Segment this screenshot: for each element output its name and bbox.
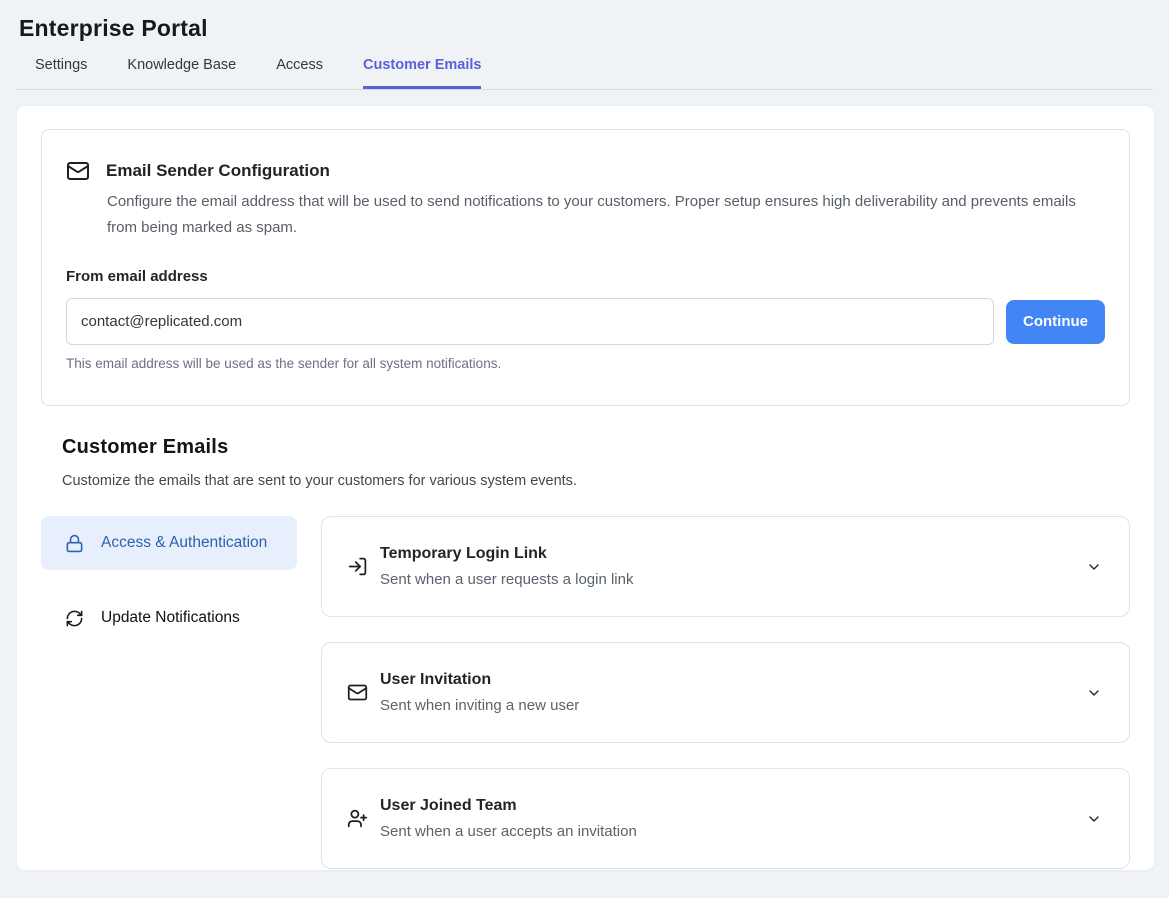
continue-button[interactable]: Continue <box>1006 300 1105 344</box>
email-card-subtitle: Sent when a user accepts an invitation <box>380 820 1074 844</box>
email-card-temporary-login-link[interactable]: Temporary Login Link Sent when a user re… <box>321 516 1130 617</box>
tab-bar: Settings Knowledge Base Access Customer … <box>16 42 1153 90</box>
category-access-authentication[interactable]: Access & Authentication <box>41 516 297 570</box>
category-label: Access & Authentication <box>101 530 267 556</box>
tab-customer-emails[interactable]: Customer Emails <box>363 42 481 89</box>
email-card-title: Temporary Login Link <box>380 542 1074 566</box>
email-category-list: Access & Authentication Update Notificat… <box>41 516 297 869</box>
chevron-down-icon[interactable] <box>1086 685 1102 701</box>
refresh-icon <box>65 609 84 628</box>
customer-emails-title: Customer Emails <box>62 436 1130 459</box>
category-update-notifications[interactable]: Update Notifications <box>41 591 297 645</box>
email-card-user-invitation[interactable]: User Invitation Sent when inviting a new… <box>321 642 1130 743</box>
chevron-down-icon[interactable] <box>1086 559 1102 575</box>
page-header: Enterprise Portal <box>0 0 1169 42</box>
tab-settings[interactable]: Settings <box>35 42 87 89</box>
user-plus-icon <box>347 808 368 829</box>
page-title: Enterprise Portal <box>19 15 1149 42</box>
email-card-title: User Invitation <box>380 668 1074 692</box>
email-template-list: Temporary Login Link Sent when a user re… <box>321 516 1130 869</box>
customer-emails-panel: Email Sender Configuration Configure the… <box>16 105 1155 871</box>
category-label: Update Notifications <box>101 605 240 631</box>
tab-knowledge-base[interactable]: Knowledge Base <box>127 42 236 89</box>
log-in-icon <box>347 556 368 577</box>
lock-icon <box>65 534 84 553</box>
customer-emails-subtitle: Customize the emails that are sent to yo… <box>62 473 1130 489</box>
from-email-label: From email address <box>66 268 1105 285</box>
email-sender-description: Configure the email address that will be… <box>107 189 1087 241</box>
mail-icon <box>347 682 368 703</box>
mail-icon <box>66 159 90 183</box>
email-card-subtitle: Sent when inviting a new user <box>380 694 1074 718</box>
from-email-helper-text: This email address will be used as the s… <box>66 356 1105 371</box>
email-card-title: User Joined Team <box>380 794 1074 818</box>
email-sender-configuration-title: Email Sender Configuration <box>106 159 330 183</box>
from-email-input[interactable] <box>66 298 994 345</box>
customer-emails-section: Customer Emails Customize the emails tha… <box>41 406 1130 869</box>
email-sender-configuration-card: Email Sender Configuration Configure the… <box>41 129 1130 406</box>
email-card-user-joined-team[interactable]: User Joined Team Sent when a user accept… <box>321 768 1130 869</box>
tab-access[interactable]: Access <box>276 42 323 89</box>
email-card-subtitle: Sent when a user requests a login link <box>380 568 1074 592</box>
chevron-down-icon[interactable] <box>1086 811 1102 827</box>
